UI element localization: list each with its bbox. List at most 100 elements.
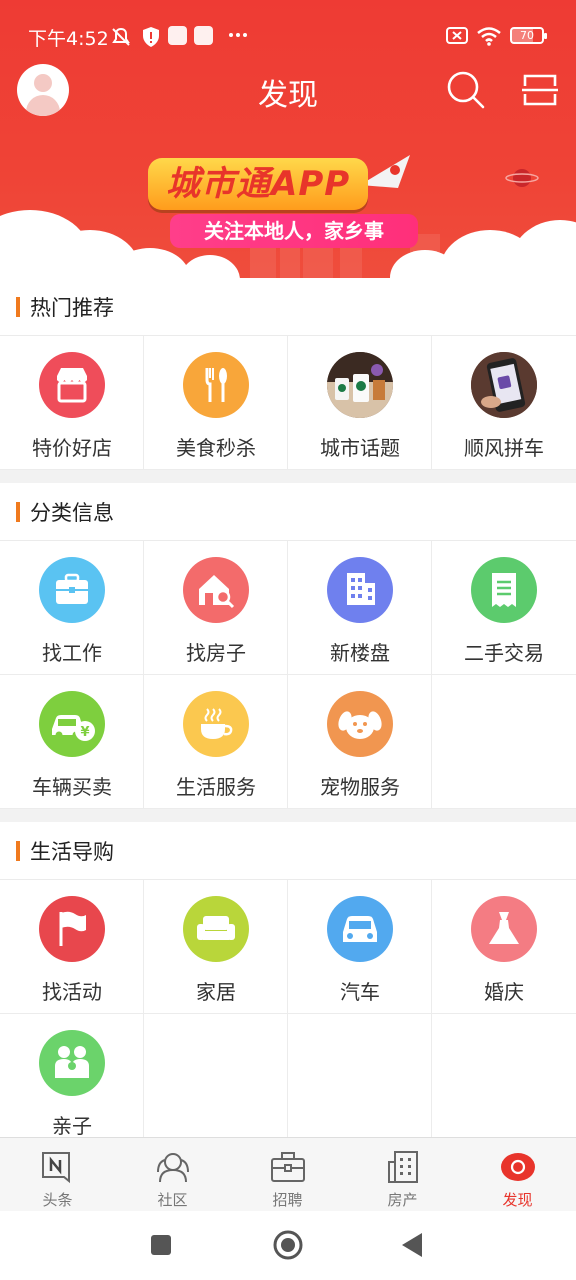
section-header: 热门推荐 (0, 278, 576, 336)
banner-title: 城市通APP (148, 158, 369, 210)
grid-item-label: 家居 (196, 980, 236, 1004)
section-title: 分类信息 (30, 501, 114, 525)
tab-label: 招聘 (272, 1191, 303, 1209)
cup-icon (183, 691, 249, 757)
building-icon (327, 557, 393, 623)
back-button[interactable] (400, 1232, 424, 1258)
grid-item-auto[interactable]: 汽车 (288, 880, 432, 1014)
tab-real-estate[interactable]: 房产 (345, 1138, 460, 1212)
section-accent-bar (16, 841, 20, 861)
header: 下午4:52 70 发现 城市通APP 关注本地人，家乡事 (0, 0, 576, 278)
grid-item-label: 婚庆 (484, 980, 524, 1004)
recent-apps-button[interactable] (150, 1234, 172, 1256)
section-shopping-guide: 生活导购 找活动 家居 汽车 婚庆 亲子 (0, 822, 576, 1148)
sim-off-icon (446, 27, 468, 44)
notification-square-icon (168, 26, 187, 45)
grid-item-label: 新楼盘 (330, 641, 390, 665)
grid-item-label: 亲子 (52, 1114, 92, 1138)
shield-icon (143, 27, 159, 47)
grid-empty-cell (432, 675, 576, 809)
tab-label: 社区 (157, 1191, 188, 1209)
family-icon (39, 1030, 105, 1096)
receipt-icon (471, 557, 537, 623)
grid-item-pet-service[interactable]: 宠物服务 (288, 675, 432, 809)
dress-icon (471, 896, 537, 962)
building-tab-icon (388, 1151, 418, 1183)
grid-item-label: 城市话题 (320, 436, 400, 460)
page-title: 发现 (258, 78, 318, 113)
grid-item-label: 汽车 (340, 980, 380, 1004)
banner-subtitle: 关注本地人，家乡事 (170, 214, 418, 248)
grid-item-carpool[interactable]: 顺风拼车 (432, 336, 576, 470)
section-title: 热门推荐 (30, 296, 114, 320)
section-hot-recommend: 热门推荐 特价好店 美食秒杀 城市话题 顺风拼车 (0, 278, 576, 470)
news-icon (42, 1152, 70, 1184)
grid-item-label: 宠物服务 (320, 775, 400, 799)
grid-item-life-service[interactable]: 生活服务 (144, 675, 288, 809)
grid-item-second-hand[interactable]: 二手交易 (432, 541, 576, 675)
tab-jobs[interactable]: 招聘 (230, 1138, 345, 1212)
dog-icon (327, 691, 393, 757)
battery-level: 70 (520, 29, 534, 42)
grid-item-label: 顺风拼车 (464, 436, 544, 460)
fork-knife-icon (183, 352, 249, 418)
tab-community[interactable]: 社区 (115, 1138, 230, 1212)
car-icon (327, 896, 393, 962)
grid-item-vehicle-trade[interactable]: ¥ 车辆买卖 (0, 675, 144, 809)
community-icon (157, 1153, 189, 1183)
tab-discover[interactable]: 发现 (460, 1138, 575, 1212)
notification-square-icon (194, 26, 213, 45)
grid-item-find-event[interactable]: 找活动 (0, 880, 144, 1014)
coffee-photo-icon (327, 352, 393, 418)
status-bar: 下午4:52 70 (0, 18, 576, 54)
phone-photo-icon (471, 352, 537, 418)
grid-item-label: 美食秒杀 (176, 436, 256, 460)
shop-icon (39, 352, 105, 418)
bottom-tab-bar: 头条 社区 招聘 房产 发现 (0, 1137, 576, 1211)
grid-item-label: 车辆买卖 (32, 775, 112, 799)
grid-item-city-topics[interactable]: 城市话题 (288, 336, 432, 470)
search-icon[interactable] (446, 70, 486, 110)
tab-label: 头条 (42, 1191, 73, 1209)
job-icon (271, 1152, 305, 1182)
mute-bell-icon (112, 27, 130, 46)
promo-banner[interactable]: 城市通APP 关注本地人，家乡事 (0, 130, 576, 278)
grid-item-label: 找工作 (42, 641, 102, 665)
discover-icon (501, 1153, 535, 1181)
home-button[interactable] (272, 1229, 304, 1261)
grid-item-wedding[interactable]: 婚庆 (432, 880, 576, 1014)
house-search-icon (183, 557, 249, 623)
grid-item-label: 找房子 (186, 641, 246, 665)
flag-icon (39, 896, 105, 962)
briefcase-icon (39, 557, 105, 623)
tab-label: 发现 (502, 1191, 533, 1209)
grid-empty-cell (432, 1014, 576, 1148)
grid-item-parenting[interactable]: 亲子 (0, 1014, 144, 1148)
grid-item-find-house[interactable]: 找房子 (144, 541, 288, 675)
section-classifieds: 分类信息 找工作 找房子 新楼盘 二手交易 ¥ 车辆买卖 生活服务 宠物服务 (0, 483, 576, 809)
scan-icon[interactable] (520, 70, 560, 110)
grid-item-home[interactable]: 家居 (144, 880, 288, 1014)
battery-icon: 70 (510, 27, 547, 44)
svg-text:¥: ¥ (80, 725, 89, 740)
grid-empty-cell (144, 1014, 288, 1148)
section-header: 生活导购 (0, 822, 576, 880)
grid-item-find-job[interactable]: 找工作 (0, 541, 144, 675)
grid-item-food-deals[interactable]: 美食秒杀 (144, 336, 288, 470)
tab-label: 房产 (387, 1191, 418, 1209)
grid-item-new-property[interactable]: 新楼盘 (288, 541, 432, 675)
section-title: 生活导购 (30, 840, 114, 864)
grid-item-bargain-shop[interactable]: 特价好店 (0, 336, 144, 470)
more-dots-icon (229, 33, 247, 37)
tab-headlines[interactable]: 头条 (0, 1138, 115, 1212)
section-accent-bar (16, 502, 20, 522)
grid-item-label: 特价好店 (32, 436, 112, 460)
grid-item-label: 二手交易 (464, 641, 544, 665)
status-time: 下午4:52 (28, 28, 109, 50)
sofa-icon (183, 896, 249, 962)
system-nav-bar (0, 1211, 576, 1280)
section-header: 分类信息 (0, 483, 576, 541)
grid-item-label: 找活动 (42, 980, 102, 1004)
nav-bar: 发现 (0, 62, 576, 118)
section-accent-bar (16, 297, 20, 317)
